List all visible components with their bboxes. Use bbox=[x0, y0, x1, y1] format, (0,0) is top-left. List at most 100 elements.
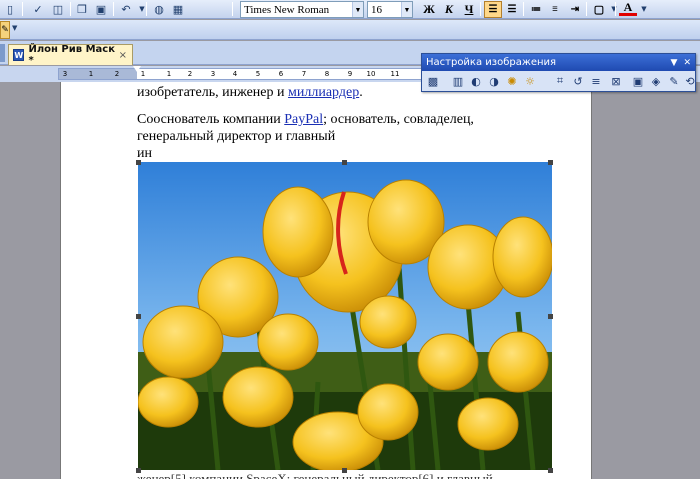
numbered-list-icon[interactable]: ≔ bbox=[527, 1, 545, 18]
ruler-label: 8 bbox=[324, 70, 330, 78]
ruler-label: 7 bbox=[301, 70, 307, 78]
ruler-label: 1 bbox=[88, 70, 94, 78]
insert-picture-icon[interactable]: ▩ bbox=[425, 73, 441, 89]
toolbar-separator bbox=[146, 2, 147, 16]
less-contrast-icon[interactable]: ◑ bbox=[486, 73, 502, 89]
toolbar-separator bbox=[22, 2, 23, 16]
font-size-combo[interactable]: 16 ▼ bbox=[367, 1, 413, 18]
undo-icon[interactable]: ↶ bbox=[118, 1, 134, 17]
indent-marker-icon[interactable] bbox=[133, 66, 141, 72]
spellcheck-icon[interactable]: ✓ bbox=[30, 1, 46, 17]
font-name-value: Times New Roman bbox=[244, 3, 330, 16]
font-size-value: 16 bbox=[371, 3, 382, 16]
font-color-icon[interactable]: А bbox=[619, 0, 637, 16]
close-icon[interactable]: × bbox=[119, 50, 127, 61]
bulleted-list-icon[interactable]: ≡ bbox=[546, 1, 564, 18]
ruler-label: 6 bbox=[278, 70, 284, 78]
ruler-label: 1 bbox=[166, 70, 172, 78]
ruler-label: 3 bbox=[210, 70, 216, 78]
bold-button[interactable]: Ж bbox=[420, 1, 438, 18]
chevron-down-icon[interactable]: ▼ bbox=[636, 1, 652, 17]
hyperlink[interactable]: PayPal bbox=[284, 112, 323, 127]
paragraph-line: генеральный директор и главный bbox=[137, 129, 336, 144]
hyperlink-icon[interactable]: ◍ bbox=[151, 1, 167, 17]
color-icon[interactable]: ▥ bbox=[450, 73, 466, 89]
toolbar-separator bbox=[615, 2, 616, 16]
chevron-down-icon[interactable]: ▼ bbox=[352, 2, 363, 17]
word-doc-icon: W bbox=[13, 49, 25, 61]
format-picture-icon[interactable]: ◈ bbox=[648, 73, 664, 89]
text-run: . bbox=[359, 85, 363, 100]
font-name-combo[interactable]: Times New Roman ▼ bbox=[240, 1, 364, 18]
left-gutter bbox=[0, 82, 60, 479]
reset-picture-icon[interactable]: ⟲ bbox=[682, 73, 698, 89]
tab-title: Йлон Рив Маск * bbox=[28, 44, 115, 66]
research-icon[interactable]: ◫ bbox=[50, 1, 66, 17]
less-brightness-icon[interactable]: ☼ bbox=[522, 73, 538, 89]
resize-handle[interactable] bbox=[136, 160, 141, 165]
toolbar-separator bbox=[113, 2, 114, 16]
toolbar-separator bbox=[586, 2, 587, 16]
picture-toolbar-title: Настройка изображения bbox=[426, 57, 557, 68]
align-justify-icon[interactable]: ☰ bbox=[503, 1, 521, 18]
toolbar-separator bbox=[232, 2, 233, 16]
document-page[interactable]: изобретатель, инженер и миллиардер. Соос… bbox=[60, 82, 592, 479]
toolbar-separator bbox=[523, 2, 524, 16]
picture-toolbar-buttons: ▩ ▥ ◐ ◑ ✺ ☼ ⌗ ↺ ≡ ⊠ ▣ ◈ ✎ ⟲ bbox=[422, 71, 695, 91]
text-run: изобретатель, инженер и bbox=[137, 85, 289, 100]
ruler-label: 2 bbox=[114, 70, 120, 78]
paragraph-line-cutoff: женер[5] компании SpaceX; генеральный ди… bbox=[137, 471, 493, 479]
indent-icon[interactable]: ⇥ bbox=[566, 1, 584, 18]
secondary-toolbar: ✎ ▼ bbox=[0, 20, 700, 40]
close-icon[interactable]: ✕ bbox=[683, 58, 691, 68]
paste-icon[interactable]: ▣ bbox=[93, 1, 109, 17]
align-left-icon[interactable]: ☰ bbox=[484, 1, 502, 18]
italic-button[interactable]: К bbox=[440, 1, 458, 18]
new-doc-icon[interactable]: ▯ bbox=[2, 1, 18, 17]
table-icon[interactable]: ▦ bbox=[170, 1, 186, 17]
right-gutter bbox=[592, 82, 700, 479]
tulip-picture[interactable] bbox=[138, 162, 552, 470]
resize-handle[interactable] bbox=[548, 314, 553, 319]
picture-toolbar[interactable]: Настройка изображения ▼ ✕ ▩ ▥ ◐ ◑ ✺ ☼ ⌗ … bbox=[421, 53, 696, 92]
hyperlink[interactable]: миллиардер bbox=[288, 85, 359, 100]
paragraph-line: изобретатель, инженер и миллиардер. bbox=[137, 84, 363, 101]
chevron-down-icon[interactable]: ▼ bbox=[134, 1, 150, 17]
ruler-label: 5 bbox=[255, 70, 261, 78]
tab-document[interactable]: W Йлон Рив Маск * × bbox=[8, 44, 133, 66]
line-style-icon[interactable]: ≡ bbox=[588, 73, 604, 89]
ruler-label: 10 bbox=[366, 70, 376, 78]
resize-handle[interactable] bbox=[136, 314, 141, 319]
tab-strip-edge bbox=[0, 44, 5, 62]
ruler-label: 2 bbox=[187, 70, 193, 78]
resize-handle[interactable] bbox=[548, 160, 553, 165]
picture-toolbar-titlebar[interactable]: Настройка изображения ▼ ✕ bbox=[422, 54, 695, 71]
chevron-down-icon[interactable]: ▼ bbox=[671, 58, 678, 68]
copy-icon[interactable]: ❐ bbox=[74, 1, 90, 17]
compress-icon[interactable]: ⊠ bbox=[608, 73, 624, 89]
chevron-down-icon[interactable]: ▼ bbox=[12, 24, 18, 36]
paragraph-line: Сооснователь компании PayPal; основатель… bbox=[137, 111, 474, 128]
rotate-icon[interactable]: ↺ bbox=[570, 73, 586, 89]
resize-handle[interactable] bbox=[548, 468, 553, 473]
toolbar-handle-icon[interactable]: ✎ bbox=[0, 21, 10, 39]
formatting-toolbar: ▯ ✓ ◫ ❐ ▣ ↶ ▼ ◍ ▦ Times New Roman ▼ 16 ▼… bbox=[0, 0, 700, 19]
more-contrast-icon[interactable]: ◐ bbox=[468, 73, 484, 89]
text-run: ; основатель, совладелец, bbox=[323, 112, 474, 127]
ruler-label: 11 bbox=[390, 70, 400, 78]
horizontal-ruler[interactable]: 3 1 2 1 1 2 3 4 5 6 7 8 9 10 11 bbox=[58, 68, 426, 80]
tulip-image bbox=[138, 162, 552, 470]
toolbar-separator bbox=[70, 2, 71, 16]
underline-button[interactable]: Ч bbox=[460, 1, 478, 18]
ruler-label: 4 bbox=[232, 70, 238, 78]
crop-icon[interactable]: ⌗ bbox=[552, 73, 568, 89]
chevron-down-icon[interactable]: ▼ bbox=[401, 2, 412, 17]
toolbar-separator bbox=[480, 2, 481, 16]
resize-handle[interactable] bbox=[342, 160, 347, 165]
set-transparent-color-icon[interactable]: ✎ bbox=[666, 73, 682, 89]
ruler-label: 3 bbox=[62, 70, 68, 78]
text-run: Сооснователь компании bbox=[137, 112, 285, 127]
ruler-label: 9 bbox=[347, 70, 353, 78]
text-wrap-icon[interactable]: ▣ bbox=[630, 73, 646, 89]
more-brightness-icon[interactable]: ✺ bbox=[504, 73, 520, 89]
